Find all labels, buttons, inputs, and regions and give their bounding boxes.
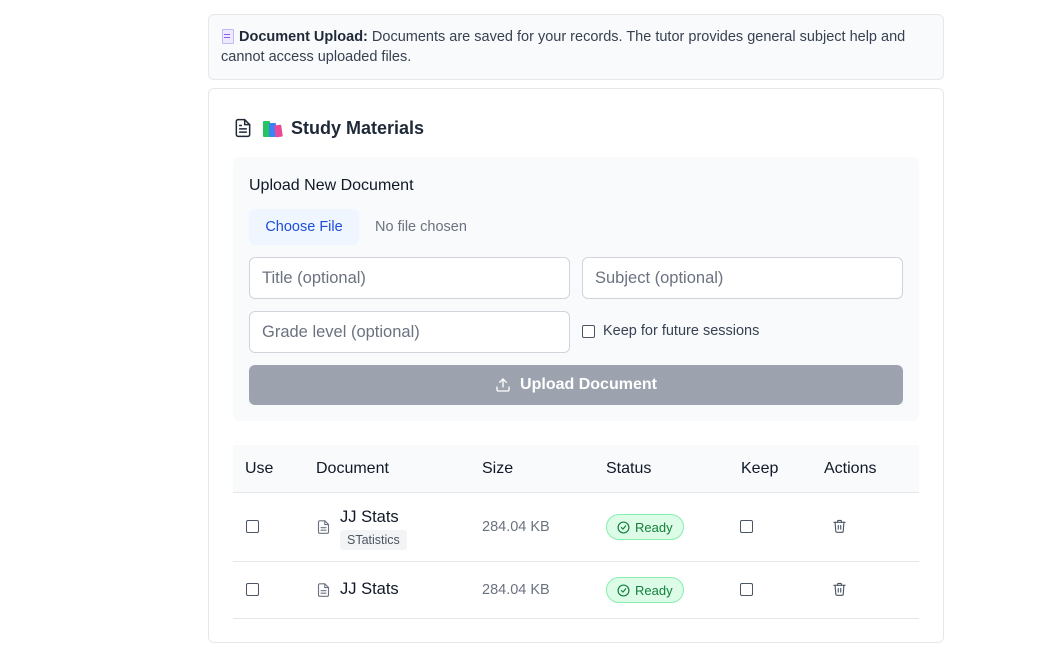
use-checkbox[interactable] — [246, 583, 259, 596]
column-actions: Actions — [824, 460, 877, 477]
table-row: JJ Stats STatistics 284.04 KB Ready — [233, 493, 919, 562]
upload-document-button[interactable]: Upload Document — [249, 365, 903, 405]
study-materials-card: Study Materials Upload New Document Choo… — [208, 88, 944, 643]
keep-checkbox[interactable] — [740, 520, 753, 533]
column-status: Status — [606, 460, 652, 477]
document-upload-notice: Document Upload: Documents are saved for… — [208, 14, 944, 80]
check-circle-icon — [617, 583, 630, 597]
document-emoji-icon — [221, 29, 234, 44]
document-name: JJ Stats — [340, 508, 399, 526]
column-keep: Keep — [741, 460, 779, 477]
status-badge: Ready — [606, 514, 684, 540]
file-text-icon — [235, 118, 251, 138]
card-title: Study Materials — [291, 117, 425, 138]
column-document: Document — [316, 460, 389, 477]
document-icon — [317, 583, 330, 597]
documents-table: Use Document Size Status Keep Actions JJ… — [233, 445, 919, 619]
upload-button-label: Upload Document — [520, 376, 657, 393]
subject-input[interactable] — [582, 257, 903, 299]
keep-future-label: Keep for future sessions — [603, 323, 760, 339]
file-size: 284.04 KB — [482, 582, 550, 598]
title-input[interactable] — [249, 257, 570, 299]
books-emoji-icon — [263, 119, 283, 138]
document-name: JJ Stats — [340, 580, 399, 598]
trash-icon[interactable] — [832, 518, 847, 534]
trash-icon[interactable] — [832, 581, 847, 597]
document-icon — [317, 520, 330, 534]
notice-label: Document Upload: — [239, 29, 368, 45]
use-checkbox[interactable] — [246, 520, 259, 533]
keep-future-checkbox[interactable] — [582, 324, 595, 338]
status-label: Ready — [635, 582, 673, 598]
table-row: JJ Stats 284.04 KB Ready — [233, 562, 919, 619]
status-badge: Ready — [606, 577, 684, 603]
keep-future-option: Keep for future sessions — [582, 323, 759, 339]
card-header: Study Materials — [233, 116, 424, 140]
status-label: Ready — [635, 519, 673, 535]
upload-panel: Upload New Document Choose File No file … — [233, 157, 919, 421]
grade-level-input[interactable] — [249, 311, 570, 353]
file-status-text: No file chosen — [375, 219, 467, 235]
choose-file-button[interactable]: Choose File — [249, 209, 359, 245]
column-size: Size — [482, 460, 514, 477]
column-use: Use — [245, 460, 274, 477]
document-cell: JJ Stats STatistics — [340, 508, 407, 550]
file-size: 284.04 KB — [482, 519, 550, 535]
subject-tag: STatistics — [340, 530, 407, 550]
check-circle-icon — [617, 520, 630, 534]
table-header: Use Document Size Status Keep Actions — [233, 445, 919, 493]
upload-heading: Upload New Document — [249, 177, 414, 194]
upload-icon — [496, 378, 510, 392]
keep-checkbox[interactable] — [740, 583, 753, 596]
